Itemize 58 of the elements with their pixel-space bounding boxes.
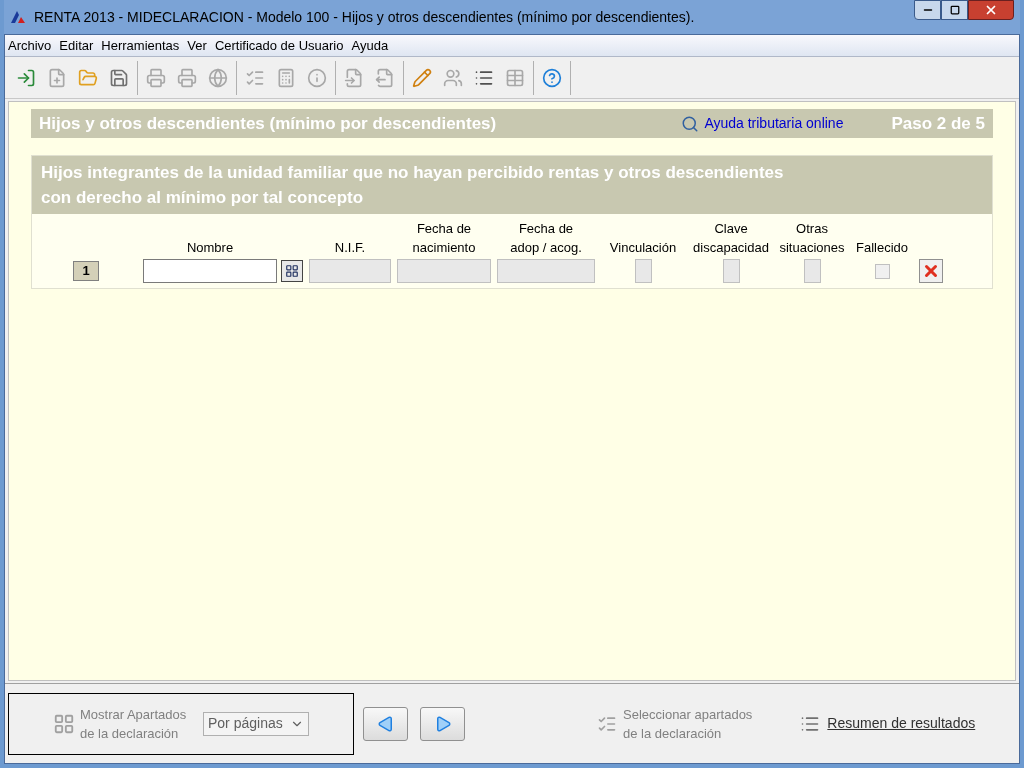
column-header: N.I.F. [334, 239, 366, 257]
next-button[interactable] [420, 706, 465, 741]
menu-item[interactable]: Ver [187, 35, 207, 56]
file-export-icon [375, 67, 395, 88]
column-header: discapacidad [693, 239, 769, 257]
globe-icon [208, 67, 228, 88]
step-indicator: Paso 2 de 5 [891, 112, 985, 135]
name-input[interactable] [143, 259, 277, 283]
column-header: nacimiento [412, 239, 476, 257]
column-header: Fecha de [416, 220, 472, 238]
table-icon [505, 67, 525, 88]
app-logo-icon [10, 10, 26, 24]
checkbox[interactable] [874, 263, 890, 279]
grid-icon [53, 712, 75, 735]
lookup-button[interactable] [281, 260, 303, 282]
mode-select[interactable]: Por páginas [203, 711, 309, 736]
window-title: RENTA 2013 - MIDECLARACION - Modelo 100 - Hijos y otros descendientes (mínimo por descendientes). [34, 7, 695, 27]
people-icon [443, 67, 463, 88]
new-file-icon [47, 67, 67, 88]
menu-item[interactable]: Archivo [8, 35, 52, 56]
row-number: 1 [73, 261, 99, 281]
help-link[interactable]: Ayuda tributaria online [681, 113, 844, 134]
close-icon [984, 3, 998, 17]
previous-button[interactable] [363, 706, 408, 741]
menu-item[interactable]: Ayuda [351, 35, 389, 56]
left-arrow-icon [376, 714, 395, 733]
delete-button[interactable] [919, 259, 943, 283]
file-import-icon [344, 67, 364, 88]
menu-item[interactable]: Editar [59, 35, 94, 56]
column-header: Fecha de [518, 220, 574, 238]
folder-icon [78, 67, 98, 88]
minimize-button[interactable] [914, 0, 941, 20]
maximize-button[interactable] [941, 0, 968, 20]
menu-item[interactable]: Certificado de Usuario [214, 35, 344, 56]
search-icon [681, 114, 700, 133]
save-icon [109, 67, 129, 88]
menu-item[interactable]: Herramientas [101, 35, 180, 56]
maximize-icon [949, 5, 960, 15]
close-icon [922, 262, 940, 280]
section-title: Hijos integrantes de la unidad familiar que no hayan percibido rentas y otros descendientes [41, 162, 785, 184]
calculator-icon [276, 67, 296, 88]
close-button[interactable] [968, 0, 1014, 20]
column-header: Otras [796, 220, 828, 238]
column-header: Clave [714, 220, 748, 238]
column-header: Nombre [186, 239, 234, 257]
page-title: Hijos y otros descendientes (mínimo por descendientes) [39, 112, 497, 135]
help-icon [542, 67, 562, 88]
exit-icon [16, 67, 36, 88]
section-title: con derecho al mínimo por tal concepto [41, 187, 365, 209]
column-header: adop / acog. [510, 239, 582, 257]
info-icon [307, 67, 327, 88]
column-header: Fallecido [856, 239, 908, 257]
summary-link[interactable]: Resumen de resultados [800, 713, 976, 734]
column-header: situaciones [779, 239, 845, 257]
printer-icon [146, 67, 166, 88]
printer-icon [177, 67, 197, 88]
column-header: Vinculación [609, 239, 677, 257]
pencil-icon [412, 67, 432, 88]
